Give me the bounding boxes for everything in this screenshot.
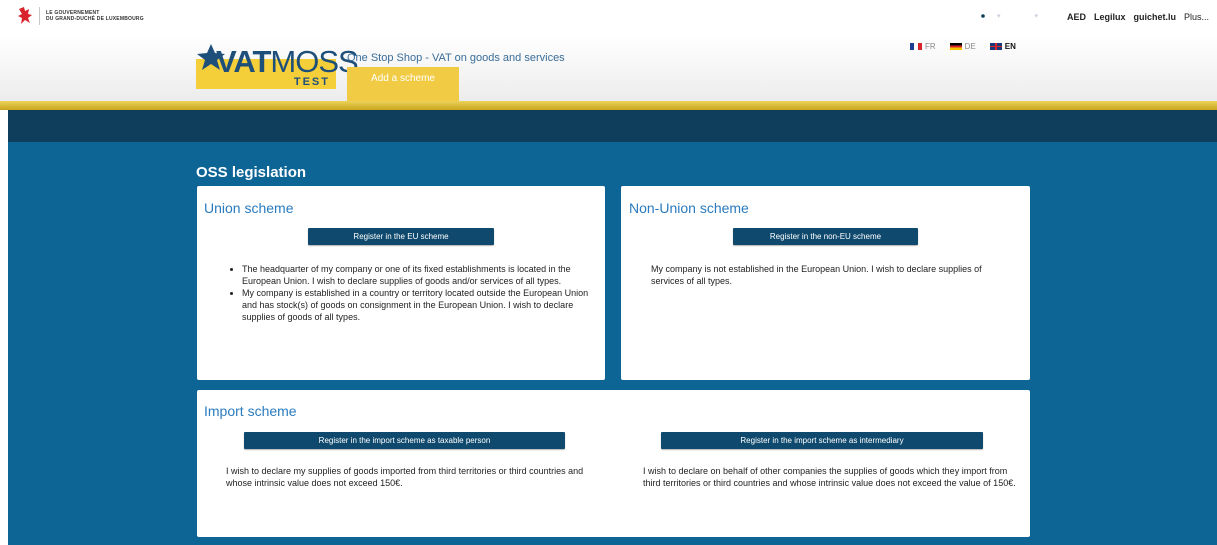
luxembourg-lion-icon xyxy=(18,7,32,24)
non-union-scheme-title: Non-Union scheme xyxy=(629,200,749,216)
france-flag-icon xyxy=(910,43,922,50)
register-import-taxable-button[interactable]: Register in the import scheme as taxable… xyxy=(244,432,565,449)
lang-fr-label: FR xyxy=(925,42,936,51)
logo-wordmark: VATMOSS xyxy=(216,44,359,80)
union-bullet-1: The headquarter of my company or one of … xyxy=(242,263,602,287)
union-bullet-2: My company is established in a country o… xyxy=(242,287,602,323)
link-guichet[interactable]: guichet.lu xyxy=(1133,12,1176,22)
logo-vat: VAT xyxy=(216,44,271,79)
non-union-scheme-card: Non-Union scheme Register in the non-EU … xyxy=(621,186,1030,380)
lang-de[interactable]: DE xyxy=(949,42,976,51)
import-taxable-description: I wish to declare my supplies of goods i… xyxy=(226,466,584,488)
government-line2: DU GRAND-DUCHÉ DE LUXEMBOURG xyxy=(46,16,144,22)
link-aed[interactable]: AED xyxy=(1067,12,1086,22)
tab-add-scheme[interactable]: Add a scheme xyxy=(347,67,459,101)
logo-test-badge: TEST xyxy=(293,76,330,88)
import-scheme-card: Import scheme Register in the import sch… xyxy=(197,390,1030,537)
language-switcher: FR DE EN xyxy=(910,42,1016,51)
government-links: AED Legilux guichet.lu Plus... xyxy=(1067,12,1209,22)
toolbar-icons: ▾ ▾ xyxy=(975,8,1038,24)
register-non-eu-scheme-button[interactable]: Register in the non-EU scheme xyxy=(733,228,918,245)
register-import-intermediary-button[interactable]: Register in the import scheme as interme… xyxy=(661,432,983,449)
register-eu-scheme-button[interactable]: Register in the EU scheme xyxy=(308,228,494,245)
header-gold-band xyxy=(0,101,1217,110)
import-intermediary-description: I wish to declare on behalf of other com… xyxy=(643,466,1016,488)
app-tagline: One Stop Shop - VAT on goods and service… xyxy=(347,52,565,64)
import-scheme-title: Import scheme xyxy=(204,403,297,419)
union-scheme-title: Union scheme xyxy=(204,200,294,216)
user-caret-icon[interactable]: ▾ xyxy=(1035,12,1039,20)
link-plus[interactable]: Plus... xyxy=(1184,12,1209,22)
page-title: OSS legislation xyxy=(196,164,307,181)
vatmoss-logo[interactable]: VATMOSS TEST xyxy=(196,41,359,91)
app-header xyxy=(0,35,1217,101)
union-scheme-card: Union scheme Register in the EU scheme T… xyxy=(197,186,605,380)
non-union-scheme-description: My company is not established in the Eur… xyxy=(651,264,982,286)
gear-caret-icon[interactable]: ▾ xyxy=(997,12,1001,20)
uk-flag-icon xyxy=(989,43,1002,50)
union-scheme-bullets: The headquarter of my company or one of … xyxy=(228,263,602,323)
logo-divider xyxy=(39,7,40,25)
lang-en[interactable]: EN xyxy=(989,42,1016,51)
government-name: LE GOUVERNEMENT DU GRAND-DUCHÉ DE LUXEMB… xyxy=(46,10,144,22)
government-logo[interactable]: LE GOUVERNEMENT DU GRAND-DUCHÉ DE LUXEMB… xyxy=(16,6,144,26)
lang-de-label: DE xyxy=(964,42,976,51)
lang-fr[interactable]: FR xyxy=(910,42,936,51)
logo-moss: MOSS xyxy=(270,44,358,79)
gear-icon[interactable] xyxy=(975,8,991,24)
germany-flag-icon xyxy=(949,43,962,50)
lang-en-label: EN xyxy=(1004,42,1016,51)
main-toolbar xyxy=(8,110,1217,142)
user-icon[interactable] xyxy=(1013,8,1029,24)
link-legilux[interactable]: Legilux xyxy=(1094,12,1126,22)
